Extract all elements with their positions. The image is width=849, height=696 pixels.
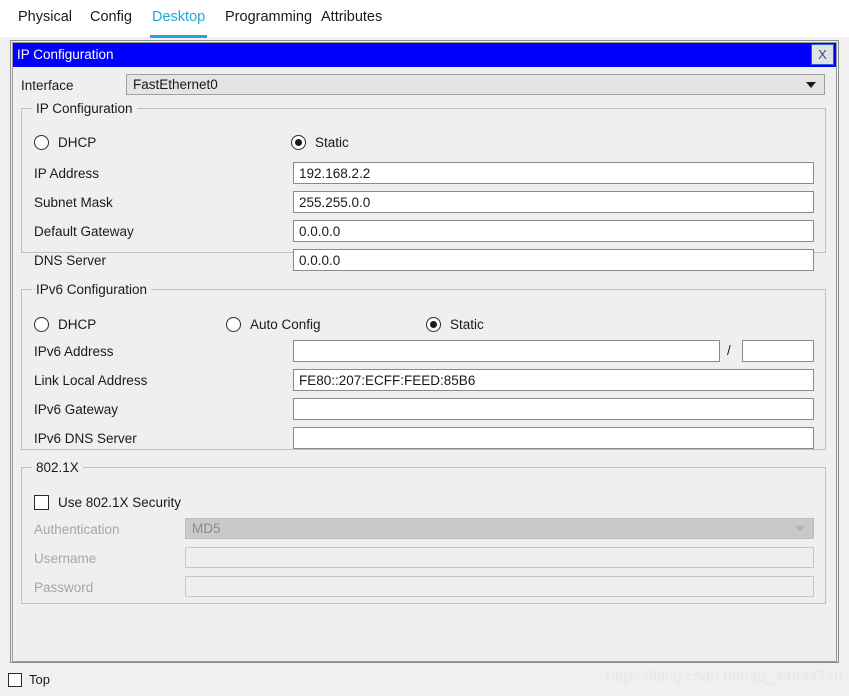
ipv6-dhcp-label: DHCP bbox=[58, 316, 97, 332]
ipv4-dhcp-radio[interactable]: DHCP bbox=[34, 133, 96, 151]
tab-config[interactable]: Config bbox=[88, 9, 134, 37]
close-icon[interactable]: X bbox=[811, 44, 834, 65]
ipv6-auto-config-radio[interactable]: Auto Config bbox=[226, 315, 321, 333]
ipv6-auto-config-label: Auto Config bbox=[250, 316, 321, 332]
tab-physical[interactable]: Physical bbox=[16, 9, 74, 37]
password-label: Password bbox=[34, 580, 94, 595]
dot1x-group-title: 802.1X bbox=[32, 460, 83, 475]
top-checkbox-label: Top bbox=[29, 672, 50, 687]
tab-desktop[interactable]: Desktop bbox=[150, 9, 208, 38]
subnet-mask-label: Subnet Mask bbox=[34, 195, 113, 210]
ipv6-dns-server-input[interactable] bbox=[293, 427, 814, 449]
dns-server-input[interactable] bbox=[293, 249, 814, 271]
interface-dropdown[interactable]: FastEthernet0 bbox=[126, 74, 825, 95]
ip-configuration-group-title: IP Configuration bbox=[32, 101, 137, 116]
default-gateway-input[interactable] bbox=[293, 220, 814, 242]
ip-address-input[interactable] bbox=[293, 162, 814, 184]
watermark-text: https://blog.csdn.net/qq_44644740 bbox=[606, 668, 843, 685]
checkbox-icon-unchecked bbox=[34, 494, 49, 510]
username-input[interactable] bbox=[185, 547, 814, 568]
ipv6-address-label: IPv6 Address bbox=[34, 344, 114, 359]
radio-icon-unchecked bbox=[34, 134, 49, 150]
password-input[interactable] bbox=[185, 576, 814, 597]
tab-programming[interactable]: Programming bbox=[223, 9, 314, 37]
ipv4-dhcp-label: DHCP bbox=[58, 134, 97, 150]
top-checkbox[interactable]: Top bbox=[8, 672, 50, 687]
link-local-address-label: Link Local Address bbox=[34, 373, 148, 388]
chevron-down-icon bbox=[795, 525, 805, 532]
ipv6-configuration-group-title: IPv6 Configuration bbox=[32, 282, 152, 297]
username-label: Username bbox=[34, 551, 97, 566]
tab-bar: Physical Config Desktop Programming Attr… bbox=[0, 0, 849, 38]
authentication-dropdown[interactable]: MD5 bbox=[185, 518, 814, 539]
ipv6-gateway-label: IPv6 Gateway bbox=[34, 402, 119, 417]
radio-icon-checked bbox=[291, 134, 306, 150]
ipv6-static-radio[interactable]: Static bbox=[426, 315, 484, 333]
window-title: IP Configuration bbox=[17, 47, 114, 62]
default-gateway-label: Default Gateway bbox=[34, 224, 134, 239]
ipv6-dhcp-radio[interactable]: DHCP bbox=[34, 315, 96, 333]
ipv6-address-input[interactable] bbox=[293, 340, 720, 362]
ipv6-gateway-input[interactable] bbox=[293, 398, 814, 420]
authentication-selected-value: MD5 bbox=[192, 521, 221, 536]
ipv6-static-label: Static bbox=[450, 316, 484, 332]
ipv4-static-radio[interactable]: Static bbox=[291, 133, 349, 151]
window-title-bar: IP Configuration X bbox=[12, 42, 837, 67]
radio-icon-unchecked bbox=[34, 316, 49, 332]
authentication-label: Authentication bbox=[34, 522, 120, 537]
use-802-1x-security-checkbox[interactable]: Use 802.1X Security bbox=[34, 493, 181, 511]
checkbox-icon-unchecked bbox=[8, 672, 22, 687]
interface-label: Interface bbox=[21, 78, 74, 93]
tab-attributes[interactable]: Attributes bbox=[319, 9, 384, 37]
window-body: Interface FastEthernet0 IP Configuration… bbox=[12, 67, 837, 662]
ip-address-label: IP Address bbox=[34, 166, 100, 181]
radio-icon-checked bbox=[426, 316, 441, 332]
interface-selected-value: FastEthernet0 bbox=[133, 77, 218, 92]
ipv4-static-label: Static bbox=[315, 134, 349, 150]
ipv6-dns-server-label: IPv6 DNS Server bbox=[34, 431, 137, 446]
subnet-mask-input[interactable] bbox=[293, 191, 814, 213]
packet-tracer-device-window: Physical Config Desktop Programming Attr… bbox=[0, 0, 849, 696]
prefix-separator: / bbox=[727, 343, 731, 358]
radio-icon-unchecked bbox=[226, 316, 241, 332]
ipv6-prefix-input[interactable] bbox=[742, 340, 814, 362]
dns-server-label: DNS Server bbox=[34, 253, 107, 268]
link-local-address-input[interactable] bbox=[293, 369, 814, 391]
use-802-1x-security-label: Use 802.1X Security bbox=[58, 494, 182, 510]
chevron-down-icon bbox=[806, 81, 816, 88]
